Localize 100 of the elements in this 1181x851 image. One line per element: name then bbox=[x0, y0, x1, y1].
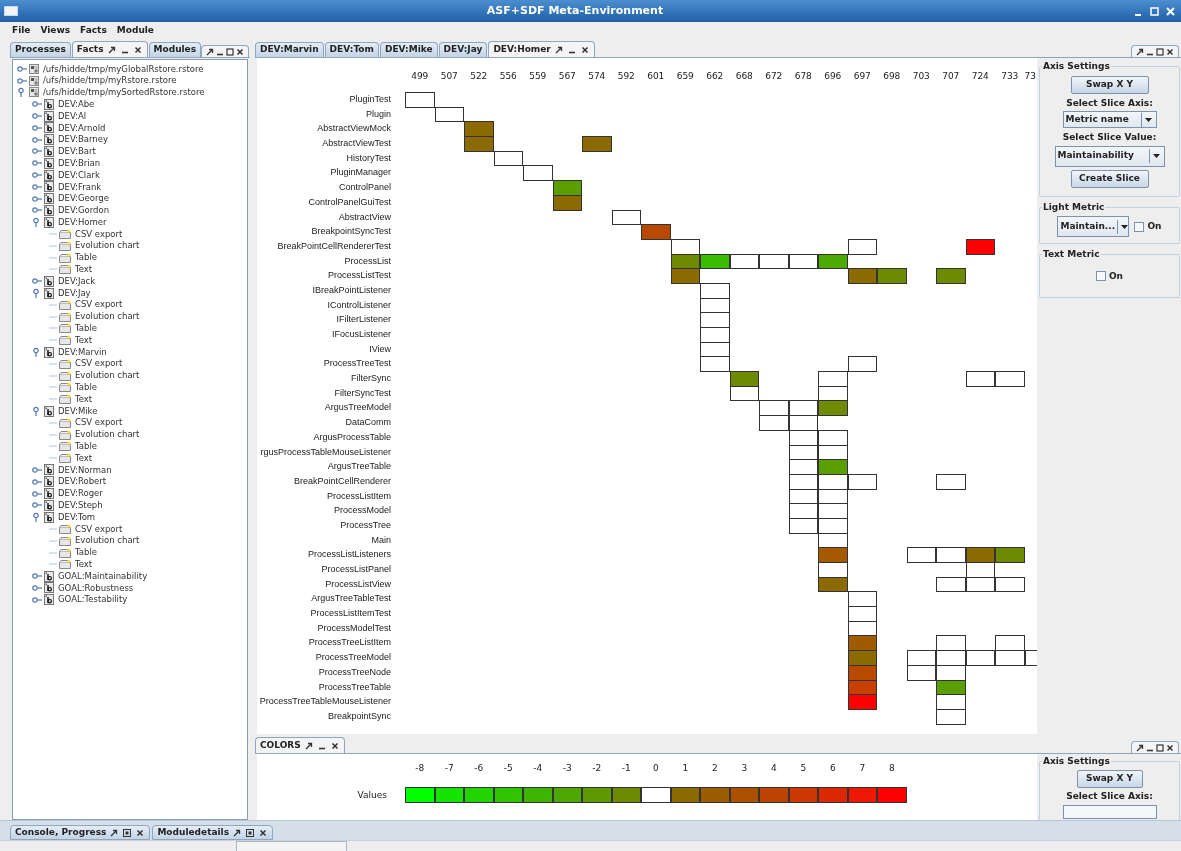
tab[interactable]: DEV:Tom bbox=[324, 42, 379, 57]
tree-item[interactable]: DEV:Marvin bbox=[58, 345, 107, 359]
expand-handle-icon[interactable] bbox=[32, 571, 42, 582]
tab[interactable]: Facts bbox=[71, 41, 148, 57]
tree-item[interactable]: DEV:Roger bbox=[58, 487, 103, 500]
close-icon[interactable] bbox=[132, 44, 143, 55]
expand-handle-icon[interactable] bbox=[17, 75, 27, 86]
tree-item[interactable]: DEV:Jay bbox=[58, 286, 91, 300]
maximize-icon[interactable] bbox=[1155, 742, 1165, 753]
tab[interactable]: Console, Progress bbox=[10, 825, 151, 840]
tree-item[interactable]: DEV:Homer bbox=[58, 215, 107, 229]
checkbox[interactable]: On bbox=[1095, 269, 1124, 283]
tree-item[interactable]: Table bbox=[75, 381, 97, 394]
button[interactable]: Create Slice bbox=[1070, 169, 1149, 188]
tree-item[interactable]: /ufs/hidde/tmp/myGlobalRstore.rstore bbox=[43, 62, 204, 76]
tree-item[interactable]: Evolution chart bbox=[75, 428, 140, 441]
expand-handle-icon[interactable] bbox=[32, 181, 42, 192]
tree-item[interactable]: Text bbox=[75, 558, 93, 571]
tree-item[interactable]: /ufs/hidde/tmp/mySortedRstore.rstore bbox=[43, 86, 205, 99]
tab[interactable]: Modules bbox=[148, 42, 202, 57]
float-icon[interactable] bbox=[106, 44, 117, 55]
close-icon[interactable] bbox=[579, 44, 590, 55]
expand-handle-icon[interactable] bbox=[32, 122, 42, 133]
expand-handle-icon[interactable] bbox=[32, 158, 42, 169]
menu-item[interactable]: File bbox=[12, 24, 31, 38]
float-icon[interactable] bbox=[303, 740, 314, 751]
expand-handle-icon[interactable] bbox=[32, 476, 42, 487]
tab[interactable]: Processes bbox=[10, 42, 71, 57]
tree-item[interactable]: Table bbox=[75, 546, 97, 559]
tree-item[interactable]: DEV:Mike bbox=[58, 404, 98, 418]
dropdown[interactable]: Maintainability bbox=[1054, 145, 1165, 167]
tree-item[interactable]: DEV:Brian bbox=[58, 156, 101, 170]
collapse-handle-icon[interactable] bbox=[32, 512, 42, 523]
float-icon[interactable] bbox=[1135, 742, 1145, 753]
menu-item[interactable]: Facts bbox=[80, 24, 107, 38]
maximize-button[interactable] bbox=[1148, 4, 1161, 18]
tree-item[interactable]: GOAL:Robustness bbox=[58, 581, 134, 595]
tree-item[interactable]: Table bbox=[75, 251, 97, 265]
restore-icon[interactable] bbox=[122, 827, 133, 838]
float-icon[interactable] bbox=[1135, 46, 1145, 57]
tree-item[interactable]: DEV:Al bbox=[58, 109, 87, 123]
tree-item[interactable]: DEV:Frank bbox=[58, 180, 102, 194]
tree-item[interactable]: CSV export bbox=[75, 522, 123, 536]
expand-handle-icon[interactable] bbox=[32, 488, 42, 499]
collapse-handle-icon[interactable] bbox=[17, 87, 27, 98]
button[interactable]: Swap X Y bbox=[1076, 769, 1143, 788]
tree-item[interactable]: Evolution chart bbox=[75, 534, 140, 548]
tree-item[interactable]: Text bbox=[75, 263, 93, 276]
expand-handle-icon[interactable] bbox=[32, 594, 42, 605]
close-icon[interactable] bbox=[1165, 46, 1175, 57]
tree-item[interactable]: DEV:Norman bbox=[58, 463, 112, 477]
tree-item[interactable]: DEV:Jack bbox=[58, 274, 96, 288]
close-icon[interactable] bbox=[1165, 742, 1175, 753]
tree-item[interactable]: Table bbox=[75, 322, 97, 335]
tab[interactable]: DEV:Marvin bbox=[255, 42, 324, 57]
close-icon[interactable] bbox=[135, 827, 146, 838]
tree-item[interactable]: CSV export bbox=[75, 227, 123, 241]
expand-handle-icon[interactable] bbox=[32, 111, 42, 122]
float-icon[interactable] bbox=[109, 827, 120, 838]
tree-item[interactable]: GOAL:Testability bbox=[58, 593, 128, 607]
tab[interactable]: DEV:Homer bbox=[488, 41, 595, 57]
expand-handle-icon[interactable] bbox=[32, 146, 42, 157]
checkbox[interactable]: On bbox=[1134, 219, 1162, 234]
collapse-handle-icon[interactable] bbox=[32, 288, 42, 299]
tree-item[interactable]: DEV:George bbox=[58, 192, 109, 206]
close-icon[interactable] bbox=[258, 827, 269, 838]
tab[interactable]: DEV:Jay bbox=[438, 42, 488, 57]
tree-item[interactable]: CSV export bbox=[75, 357, 123, 371]
float-icon[interactable] bbox=[232, 827, 243, 838]
tree-item[interactable]: Table bbox=[75, 440, 97, 453]
collapse-handle-icon[interactable] bbox=[32, 217, 42, 228]
expand-handle-icon[interactable] bbox=[32, 99, 42, 110]
maximize-icon[interactable] bbox=[1155, 46, 1165, 57]
expand-handle-icon[interactable] bbox=[17, 63, 27, 74]
tree-item[interactable]: Evolution chart bbox=[75, 239, 140, 253]
tree-item[interactable]: DEV:Barney bbox=[58, 133, 108, 147]
collapse-handle-icon[interactable] bbox=[32, 347, 42, 357]
maximize-icon[interactable] bbox=[225, 46, 236, 57]
expand-handle-icon[interactable] bbox=[32, 205, 42, 216]
tree-item[interactable]: CSV export bbox=[75, 298, 123, 312]
expand-handle-icon[interactable] bbox=[32, 193, 42, 204]
expand-handle-icon[interactable] bbox=[32, 134, 42, 145]
tree-item[interactable]: DEV:Bart bbox=[58, 145, 96, 158]
close-icon[interactable] bbox=[329, 740, 340, 751]
dropdown[interactable]: Maintain... bbox=[1057, 216, 1130, 237]
expand-handle-icon[interactable] bbox=[32, 276, 42, 287]
expand-handle-icon[interactable] bbox=[32, 465, 42, 475]
menu-item[interactable]: Module bbox=[116, 24, 154, 38]
expand-handle-icon[interactable] bbox=[32, 582, 42, 593]
close-icon[interactable] bbox=[235, 46, 246, 57]
tree-item[interactable]: DEV:Clark bbox=[58, 168, 100, 182]
close-button[interactable] bbox=[1164, 4, 1177, 18]
dropdown[interactable] bbox=[1062, 805, 1157, 819]
menu-item[interactable]: Views bbox=[40, 24, 71, 38]
tree-item[interactable]: DEV:Gordon bbox=[58, 204, 110, 217]
button[interactable]: Swap X Y bbox=[1070, 75, 1149, 94]
expand-handle-icon[interactable] bbox=[32, 170, 42, 181]
tree-item[interactable]: GOAL:Maintainability bbox=[58, 569, 148, 583]
tree-item[interactable]: Text bbox=[75, 392, 93, 406]
tree-item[interactable]: Text bbox=[75, 451, 93, 465]
